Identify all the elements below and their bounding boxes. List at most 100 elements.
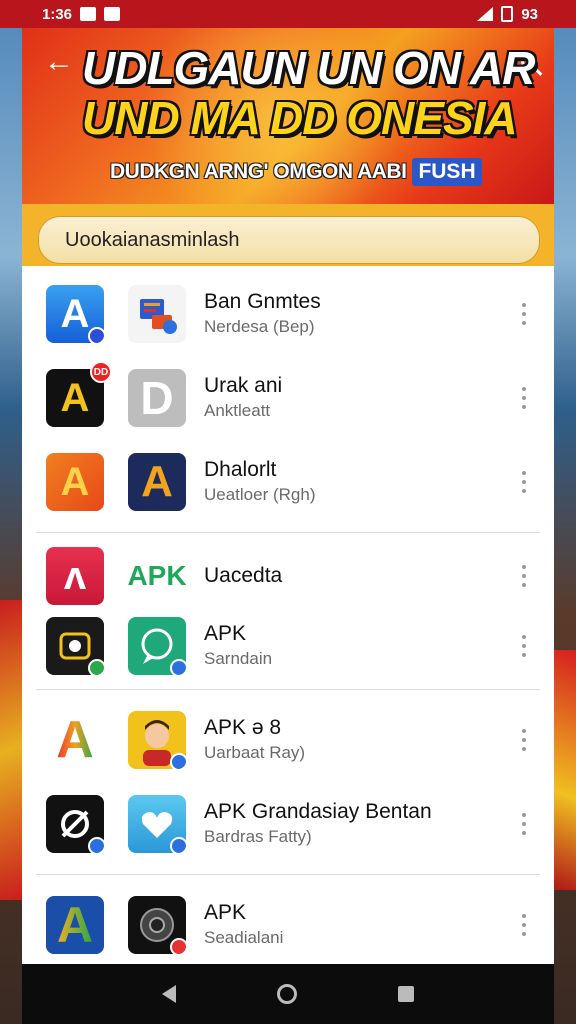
list-item-subtitle: Uarbaat Ray) [204,743,306,762]
more-vert-icon[interactable] [520,303,528,325]
badge-dot-icon [88,327,104,343]
battery-icon [501,6,514,22]
heart-box-icon[interactable] [128,795,186,853]
toolbox-icon[interactable] [128,285,186,343]
list-item-title: APK [204,901,247,924]
search-icon-handle [533,67,543,76]
avatar-icon[interactable] [128,711,186,769]
more-vert-icon[interactable] [520,387,528,409]
nav-recents-icon[interactable] [397,986,414,1002]
more-vert-icon[interactable] [520,914,528,936]
orange-a-icon[interactable]: A [46,453,104,511]
more-vert-icon[interactable] [520,729,528,751]
section-divider [36,532,540,533]
system-nav-bar [22,964,554,1024]
background-flag-right [554,650,576,890]
more-vert-icon[interactable] [520,471,528,493]
status-right: 93 [477,6,538,23]
list-item-text: APK ə 8 Uarbaat Ray) [204,715,305,765]
apk-text-icon[interactable]: APK [128,547,186,605]
red-lambda-icon[interactable]: ʌ [46,547,104,605]
list-item-subtitle: Bardras Fatty) [204,827,312,846]
app-screen: ← UDLGAUN UN ON AR UND MA DD ONESIA DUDK… [22,28,554,964]
section-divider [36,874,540,875]
badge-dot-icon [170,938,186,954]
heart-graphic [141,812,173,838]
list-item-title: Dhalorlt [204,458,277,481]
badge-dot-icon [88,837,104,853]
status-time: 1:36 [42,5,73,23]
list-item-subtitle: Ueatloer (Rgh) [204,485,316,504]
list-item-title: APK ə 8 [204,716,282,739]
list-item-subtitle: Seadialani [204,928,284,947]
toolbox-graphic [140,299,177,334]
list-item-text: Ban Gnmtes Nerdesa (Bep) [204,289,321,339]
badge-dot-icon [170,753,186,769]
list-item-title: APK [204,622,247,645]
list-item-title: Ban Gnmtes [204,290,321,313]
status-battery-text: 93 [521,5,538,23]
gradient-a-icon[interactable]: A [46,711,104,769]
app-list: A Ban Gnmtes Nerdesa (Bep) A DD D Urak a… [22,266,554,964]
banner-subtitle-row: DUDKGN ARNG' OMGON AABI FUSH [110,156,482,188]
app-icon-glyph: ʌ [63,554,87,598]
status-left: 1:36 [42,5,121,23]
navy-a-icon[interactable]: A [128,453,186,511]
status-bar: 1:36 93 [0,0,576,28]
badge-dot-icon [88,659,104,675]
list-item-text: APK Grandasiay Bentan Bardras Fatty) [204,799,432,849]
list-item[interactable]: A A Dhalorlt Ueatloer (Rgh) [22,440,554,524]
app-icon-glyph: A [56,711,94,769]
list-item-text: Urak ani Anktleatt [204,373,282,423]
nav-back-icon[interactable] [162,985,177,1003]
list-item-text: APK Sarndain [204,621,272,671]
list-item-subtitle: Sarndain [204,649,273,668]
list-item-subtitle: Nerdesa (Bep) [204,317,315,336]
banner-title-line1: UDLGAUN UN ON AR [82,42,536,94]
list-item[interactable]: A Ban Gnmtes Nerdesa (Bep) [22,272,554,356]
banner-badge[interactable]: FUSH [412,158,482,186]
more-vert-icon[interactable] [520,635,528,657]
badge-dot-icon [170,659,186,675]
badge-dot-icon [170,837,186,853]
list-item[interactable]: ʌ APK Uacedta [22,541,554,611]
notification-icon [80,7,97,21]
speaker-icon[interactable] [128,896,186,954]
apk-label-glyph: APK [128,560,186,591]
controller-graphic [59,632,91,660]
app-icon-glyph: A [60,292,90,336]
more-vert-icon[interactable] [520,813,528,835]
header-banner: ← UDLGAUN UN ON AR UND MA DD ONESIA DUDK… [22,28,554,204]
section-divider [36,689,540,690]
list-item[interactable]: A APK ə 8 Uarbaat Ray) [22,698,554,782]
search-input[interactable]: Uookaianasminlash [38,216,540,264]
list-item[interactable]: APK Sarndain [22,611,554,681]
blue-a-icon[interactable]: A [46,896,104,954]
more-vert-icon[interactable] [520,565,528,587]
list-item-title: Uacedta [204,564,283,587]
app-icon-glyph: A [141,457,173,506]
link-ring-icon[interactable] [46,795,104,853]
list-item[interactable]: A DD D Urak ani Anktleatt [22,356,554,440]
list-item-subtitle: Anktleatt [204,401,271,420]
list-item-text: Dhalorlt Ueatloer (Rgh) [204,457,316,507]
app-icon-glyph: A [56,897,94,953]
banner-subtitle: DUDKGN ARNG' OMGON AABI [110,160,407,183]
banner-title-line2: UND MA DD ONESIA [82,92,518,144]
chat-bubble-icon[interactable] [128,617,186,675]
nav-home-icon[interactable] [276,984,297,1004]
notification-badge: DD [90,361,112,383]
list-item[interactable]: A APK Seadialani [22,883,554,964]
app-store-icon[interactable]: A [46,285,104,343]
signal-icon [477,7,494,21]
game-controller-icon[interactable] [46,617,104,675]
arrow-left-icon[interactable]: ← [44,47,74,78]
list-item[interactable]: APK Grandasiay Bentan Bardras Fatty) [22,782,554,866]
a-logo-icon[interactable]: A DD [46,361,112,427]
list-item-title: Urak ani [204,374,283,397]
search-strip: Uookaianasminlash [22,204,554,266]
d-letter-icon[interactable]: D [128,369,186,427]
ring-graphic [61,810,89,838]
background-flag-left [0,600,22,900]
app-icon-glyph: A [60,376,90,420]
